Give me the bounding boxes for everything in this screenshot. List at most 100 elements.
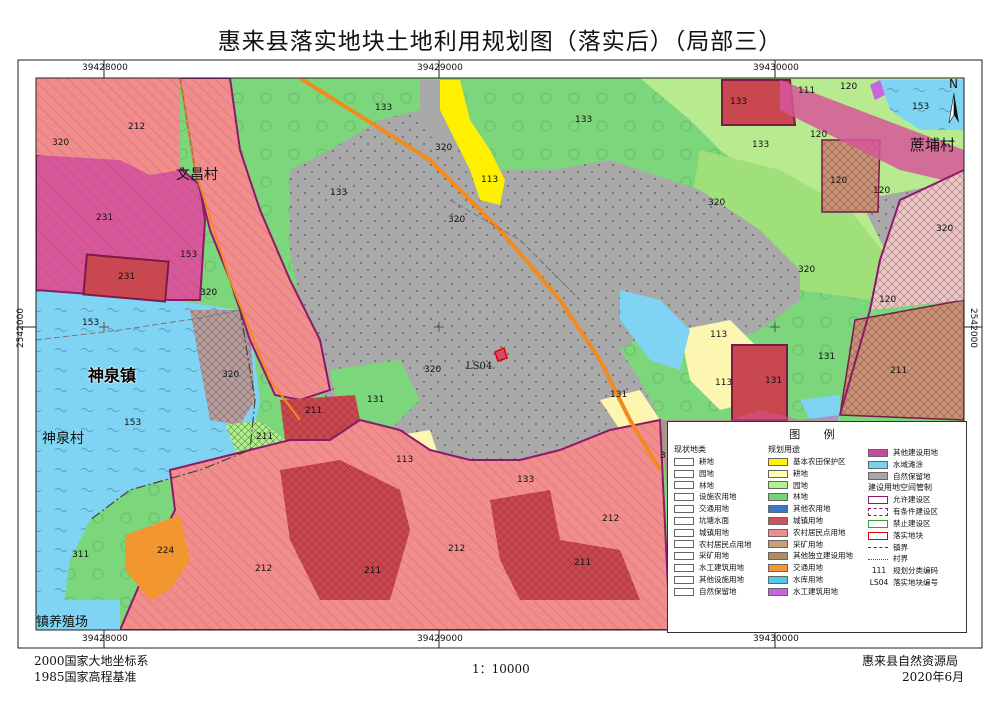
north-arrow-icon: N (944, 77, 964, 125)
legend-item: 交通用地 (699, 504, 729, 514)
zone-code: 131 (765, 376, 783, 386)
color-swatch-icon (768, 587, 788, 596)
coord-bottom-2: 39429000 (417, 634, 463, 644)
zone-code: 224 (157, 546, 175, 556)
legend-item: 其他设施用地 (699, 574, 744, 584)
place-wenchang: 文昌村 (176, 167, 218, 183)
garden-symbol-icon (674, 469, 694, 478)
legend-item: 自然保留地 (893, 471, 931, 481)
zone-code: 153 (124, 418, 142, 428)
forest-symbol-icon (674, 481, 694, 490)
zone-code: 320 (424, 365, 442, 375)
zone-code: 212 (128, 122, 146, 132)
zone-code: 120 (830, 176, 848, 186)
legend-item: 农村居民点用地 (699, 539, 752, 549)
zone-code: 211 (364, 566, 382, 576)
zone-code: 113 (710, 330, 728, 340)
legend-row: 自然保留地 (868, 471, 964, 483)
legend-item: 采矿用地 (793, 539, 823, 549)
legend-row: 农村居民点用地 (768, 527, 864, 539)
place-shenquan-village: 神泉村 (42, 431, 84, 447)
agency-text: 惠来县自然资源局 (862, 654, 959, 668)
zone-code: 153 (912, 102, 930, 112)
map-legend: 图 例 现状地类 耕地 园地 林地 设施农用地 交通用地 坑塘水面 城镇用地 农… (667, 421, 967, 633)
coord-top-2: 39429000 (417, 63, 463, 73)
color-swatch-icon (768, 481, 788, 490)
reserve-symbol-icon (674, 587, 694, 596)
other-facility-symbol-icon (674, 575, 694, 584)
legend-row: 其他农用地 (768, 503, 864, 515)
zone-code: 320 (448, 215, 466, 225)
zone-code: 320 (798, 265, 816, 275)
legend-plan-title: 规划用途 (768, 445, 800, 454)
zone-code: 212 (448, 544, 466, 554)
conditional-zone-icon (868, 508, 888, 517)
legend-item: 其他独立建设用地 (793, 551, 853, 561)
zone-code: 131 (610, 390, 628, 400)
zone-code: 131 (818, 352, 836, 362)
zone-code: 231 (118, 272, 136, 282)
plot-label: LS04 (466, 361, 493, 372)
town-boundary-icon (868, 546, 888, 548)
zone-code: 320 (222, 370, 240, 380)
legend-row: 水工建筑用地 (768, 586, 864, 598)
legend-item: 水库用地 (793, 574, 823, 584)
legend-status-title: 现状地类 (674, 445, 706, 454)
village-boundary-icon (868, 558, 888, 560)
pond-symbol-icon (674, 516, 694, 525)
scale-text: 1：10000 (472, 662, 530, 676)
height-datum-text: 1985国家高程基准 (34, 670, 137, 684)
north-label: N (949, 77, 958, 91)
legend-title: 图 例 (789, 428, 845, 441)
legend-item: 水工建筑用地 (793, 586, 838, 596)
legend-item: 坑塘水面 (699, 515, 729, 525)
coord-top-3: 39430000 (753, 63, 799, 73)
coord-right: 2542000 (968, 307, 978, 349)
cultivated-symbol-icon (674, 457, 694, 466)
zone-code: 120 (840, 82, 858, 92)
legend-item: 城镇用地 (699, 527, 729, 537)
color-swatch-icon (768, 575, 788, 584)
coord-bottom-1: 39428000 (82, 634, 128, 644)
color-swatch-icon (868, 448, 888, 457)
zone-code: 120 (873, 186, 891, 196)
legend-item: 城镇用地 (793, 515, 823, 525)
coord-top-1: 39428000 (82, 63, 128, 73)
zone-code: 212 (255, 564, 273, 574)
legend-code: LS04 (869, 577, 889, 587)
color-swatch-icon (768, 540, 788, 549)
zone-code: 211 (256, 432, 274, 442)
zone-code: 212 (602, 514, 620, 524)
legend-item: 自然保留地 (699, 586, 737, 596)
zone-code: 211 (890, 366, 908, 376)
legend-item: 园地 (699, 468, 714, 478)
legend-item: 水工建筑用地 (699, 563, 744, 573)
legend-row: 城镇用地 (768, 515, 864, 527)
color-swatch-icon (868, 460, 888, 469)
legend-item: 村界 (893, 554, 908, 564)
zone-code: 320 (200, 288, 218, 298)
color-swatch-icon (768, 528, 788, 537)
zone-code: 133 (575, 115, 593, 125)
legend-status-column: 现状地类 耕地 园地 林地 设施农用地 交通用地 坑塘水面 城镇用地 农村居民点… (674, 444, 762, 598)
legend-row: 园地 (768, 480, 864, 492)
coord-system-text: 2000国家大地坐标系 (34, 654, 149, 668)
legend-row: 水库用地 (768, 574, 864, 586)
legend-row: 水域滩涂 (868, 459, 964, 471)
color-swatch-icon (768, 493, 788, 502)
allowed-zone-icon (868, 496, 888, 505)
zone-code: 133 (730, 97, 748, 107)
zone-code: 133 (752, 140, 770, 150)
zone-code: 211 (574, 558, 592, 568)
color-swatch-icon (768, 457, 788, 466)
legend-row: 交通用地 (768, 562, 864, 574)
rural-symbol-icon (674, 540, 694, 549)
legend-control-title: 建设用地空间管制 (868, 483, 932, 493)
zone-code: 231 (96, 213, 114, 223)
color-swatch-icon (768, 564, 788, 573)
legend-item: 规划分类编码 (893, 566, 938, 576)
legend-item: 允许建设区 (893, 495, 931, 505)
legend-code: 111 (871, 566, 887, 576)
legend-item: 耕地 (699, 457, 714, 466)
prohibited-zone-icon (868, 519, 888, 528)
